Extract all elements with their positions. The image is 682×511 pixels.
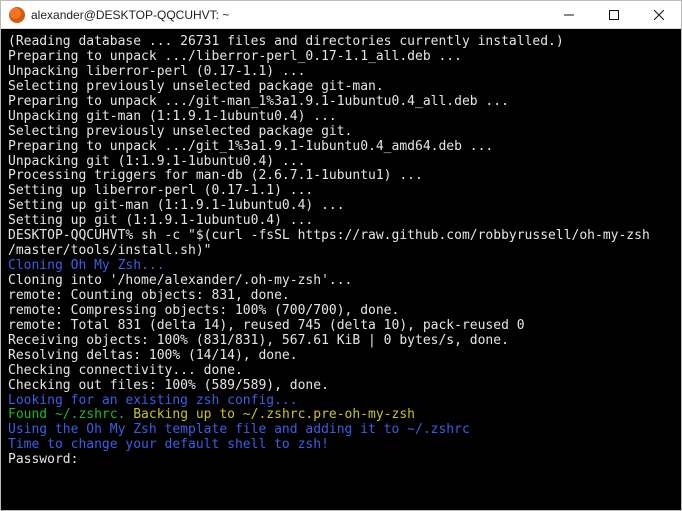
- terminal-line: Cloning Oh My Zsh...: [8, 259, 673, 274]
- window-controls: [546, 1, 681, 28]
- terminal-line: Checking out files: 100% (589/589), done…: [8, 379, 673, 394]
- terminal-line: Preparing to unpack .../git_1%3a1.9.1-1u…: [8, 140, 673, 155]
- terminal-line: /master/tools/install.sh)": [8, 244, 673, 259]
- terminal-line: Unpacking liberror-perl (0.17-1.1) ...: [8, 65, 673, 80]
- terminal-line: Resolving deltas: 100% (14/14), done.: [8, 349, 673, 364]
- terminal-line: Unpacking git-man (1:1.9.1-1ubuntu0.4) .…: [8, 110, 673, 125]
- terminal-line: Setting up liberror-perl (0.17-1.1) ...: [8, 184, 673, 199]
- terminal-line: Cloning into '/home/alexander/.oh-my-zsh…: [8, 274, 673, 289]
- terminal-line: Time to change your default shell to zsh…: [8, 438, 673, 453]
- terminal-line: Password:: [8, 453, 673, 468]
- terminal-line: Processing triggers for man-db (2.6.7.1-…: [8, 169, 673, 184]
- terminal-line: Setting up git-man (1:1.9.1-1ubuntu0.4) …: [8, 199, 673, 214]
- minimize-button[interactable]: [546, 1, 591, 28]
- titlebar[interactable]: alexander@DESKTOP-QQCUHVT: ~: [1, 1, 681, 29]
- terminal-line: remote: Compressing objects: 100% (700/7…: [8, 304, 673, 319]
- terminal-line: Found ~/.zshrc. Backing up to ~/.zshrc.p…: [8, 408, 673, 423]
- terminal-line: Preparing to unpack .../git-man_1%3a1.9.…: [8, 95, 673, 110]
- terminal-line: Setting up git (1:1.9.1-1ubuntu0.4) ...: [8, 214, 673, 229]
- terminal-line: Using the Oh My Zsh template file and ad…: [8, 423, 673, 438]
- terminal-line: (Reading database ... 26731 files and di…: [8, 35, 673, 50]
- terminal-line: remote: Total 831 (delta 14), reused 745…: [8, 319, 673, 334]
- close-button[interactable]: [636, 1, 681, 28]
- terminal-line: remote: Counting objects: 831, done.: [8, 289, 673, 304]
- terminal-line: Looking for an existing zsh config...: [8, 394, 673, 409]
- terminal-line: Receiving objects: 100% (831/831), 567.6…: [8, 334, 673, 349]
- terminal-line: Unpacking git (1:1.9.1-1ubuntu0.4) ...: [8, 155, 673, 170]
- terminal-line: Preparing to unpack .../liberror-perl_0.…: [8, 50, 673, 65]
- terminal-line: DESKTOP-QQCUHVT% sh -c "$(curl -fsSL htt…: [8, 229, 673, 244]
- ubuntu-icon: [9, 7, 25, 23]
- terminal-line: Selecting previously unselected package …: [8, 80, 673, 95]
- maximize-button[interactable]: [591, 1, 636, 28]
- terminal-output[interactable]: (Reading database ... 26731 files and di…: [1, 29, 681, 510]
- window-title: alexander@DESKTOP-QQCUHVT: ~: [31, 8, 546, 22]
- terminal-window: alexander@DESKTOP-QQCUHVT: ~ (Reading da…: [0, 0, 682, 511]
- terminal-line: Selecting previously unselected package …: [8, 125, 673, 140]
- terminal-line: Checking connectivity... done.: [8, 364, 673, 379]
